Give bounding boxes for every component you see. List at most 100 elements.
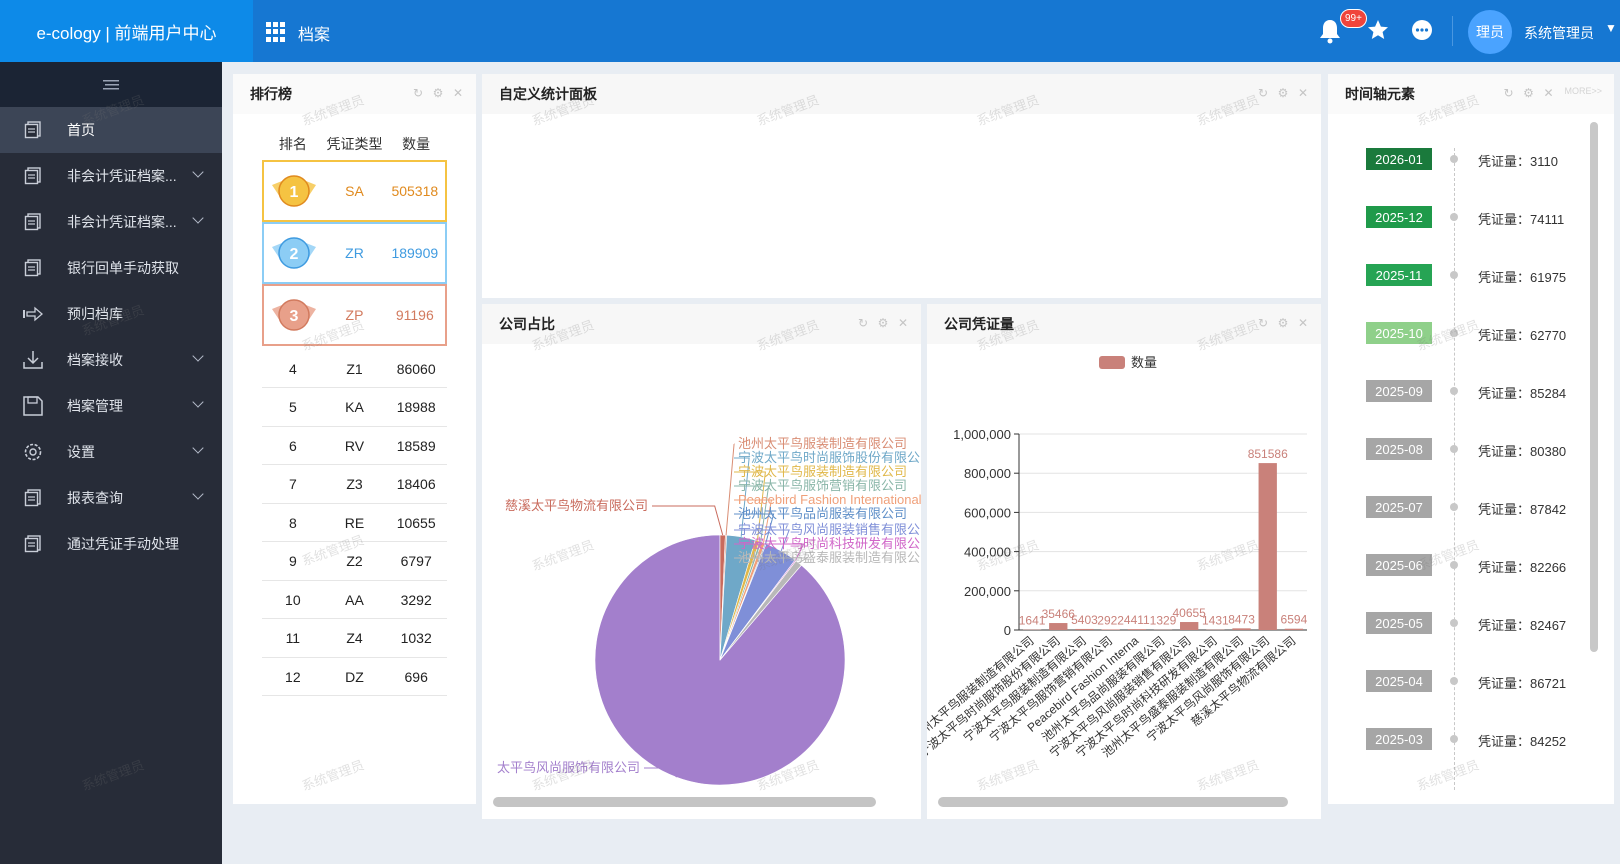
rank-number: 10 xyxy=(285,591,301,608)
refresh-icon[interactable]: ↻ xyxy=(412,86,424,100)
sidebar-item[interactable]: 预归档库 xyxy=(0,291,222,337)
timeline-count: 3110 xyxy=(1530,154,1558,169)
custom-stats-panel: 自定义统计面板 ↻ ⚙ ✕ xyxy=(482,74,1321,298)
sidebar-item[interactable]: 报表查询 xyxy=(0,475,222,521)
voucher-type: Z2 xyxy=(346,553,363,569)
rank-number: 11 xyxy=(285,630,301,646)
bar-value-label: 2922 xyxy=(1097,613,1124,627)
y-tick-label: 800,000 xyxy=(964,466,1011,481)
timeline-date: 2025-04 xyxy=(1366,670,1432,692)
pie-chart: 太平鸟风尚服饰有限公司 慈溪太平鸟物流有限公司 池州太平鸟服装制造有限公司宁波太平鸟… xyxy=(497,436,921,786)
top-header: e-cology | 前端用户中心 档案 99+ 理员 系统管理员 ▼ xyxy=(0,0,1620,62)
gear-icon[interactable]: ⚙ xyxy=(1522,86,1534,100)
close-icon[interactable]: ✕ xyxy=(452,86,464,100)
bar[interactable] xyxy=(1180,622,1199,630)
rank-number: 5 xyxy=(288,399,297,415)
chevron-down-icon[interactable] xyxy=(192,488,204,500)
timeline-label-prefix: 凭证量： xyxy=(1478,618,1531,633)
rank-number: 8 xyxy=(288,514,297,531)
bar[interactable] xyxy=(1258,463,1277,630)
refresh-icon[interactable]: ↻ xyxy=(1257,316,1269,330)
bar-value-label: 1431 xyxy=(1202,614,1229,628)
table-row: 12 DZ 696 xyxy=(262,658,447,696)
pie-label-line xyxy=(652,505,724,536)
collapse-menu-icon[interactable] xyxy=(0,62,222,107)
timeline-dot xyxy=(1450,561,1458,569)
bar[interactable] xyxy=(1127,629,1146,630)
chevron-down-icon[interactable] xyxy=(192,212,204,224)
close-icon[interactable]: ✕ xyxy=(1297,86,1309,100)
refresh-icon[interactable]: ↻ xyxy=(857,316,869,330)
sidebar-item[interactable]: 档案接收 xyxy=(0,337,222,383)
table-row: 8 RE 10655 xyxy=(262,504,447,542)
close-icon[interactable]: ✕ xyxy=(1297,316,1309,330)
bar[interactable] xyxy=(1284,628,1304,630)
panel-title: 公司凭证量 xyxy=(944,316,1014,332)
voucher-count: 1032 xyxy=(400,630,432,646)
sidebar-item[interactable]: 非会计凭证档案... xyxy=(0,153,222,199)
horizontal-scrollbar[interactable] xyxy=(493,797,876,807)
timeline-dot xyxy=(1450,271,1458,279)
module-title[interactable]: 档案 xyxy=(298,21,330,45)
bar[interactable] xyxy=(1232,628,1251,630)
chevron-down-icon[interactable] xyxy=(192,166,204,178)
timeline-label-prefix: 凭证量： xyxy=(1478,502,1531,517)
close-icon[interactable]: ✕ xyxy=(897,316,909,330)
gear-icon[interactable]: ⚙ xyxy=(1277,86,1289,100)
refresh-icon[interactable]: ↻ xyxy=(1257,86,1269,100)
bell-icon[interactable] xyxy=(1318,18,1342,50)
arrow-right-icon xyxy=(23,305,43,323)
sidebar-item[interactable]: 档案管理 xyxy=(0,383,222,429)
gear-icon[interactable]: ⚙ xyxy=(877,316,889,330)
timeline-label: 凭证量：86721 xyxy=(1478,673,1566,692)
sidebar-item[interactable]: 非会计凭证档案... xyxy=(0,199,222,245)
timeline-date: 2025-11 xyxy=(1366,264,1432,286)
username[interactable]: 系统管理员 xyxy=(1524,23,1594,43)
sidebar-item[interactable]: 设置 xyxy=(0,429,222,475)
timeline-label-prefix: 凭证量： xyxy=(1478,154,1531,169)
vertical-scrollbar[interactable] xyxy=(1590,122,1598,652)
bar[interactable] xyxy=(1075,628,1094,630)
close-icon[interactable]: ✕ xyxy=(1542,86,1554,100)
timeline-item: 2025-07 凭证量：87842 xyxy=(1366,496,1566,518)
brand-title[interactable]: e-cology | 前端用户中心 xyxy=(0,0,253,62)
pie-label-line xyxy=(725,443,735,536)
chat-icon[interactable] xyxy=(1410,18,1434,48)
horizontal-scrollbar[interactable] xyxy=(938,797,1288,807)
sidebar-item[interactable]: 通过凭证手动处理 xyxy=(0,521,222,567)
voucher-type: KA xyxy=(345,399,364,415)
table-row: 11 Z4 1032 xyxy=(262,620,447,658)
avatar[interactable]: 理员 xyxy=(1468,10,1512,54)
table-row: 5 KA 18988 xyxy=(262,389,447,427)
sidebar-item[interactable]: 银行回单手动获取 xyxy=(0,245,222,291)
voucher-type: SA xyxy=(345,183,364,199)
voucher-count: 86060 xyxy=(396,360,436,377)
chevron-down-icon[interactable] xyxy=(192,350,204,362)
bar[interactable] xyxy=(1049,623,1068,630)
timeline-label: 凭证量：62770 xyxy=(1478,325,1566,344)
sidebar-item[interactable]: 首页 xyxy=(0,107,222,153)
timeline-item: 2025-03 凭证量：84252 xyxy=(1366,728,1566,750)
more-link[interactable]: MORE>> xyxy=(1564,86,1602,100)
legend-swatch xyxy=(1099,356,1125,369)
sidebar-item-label: 档案接收 xyxy=(67,352,123,368)
apps-grid-icon[interactable] xyxy=(266,22,286,42)
star-icon[interactable] xyxy=(1366,18,1390,48)
gear-icon[interactable]: ⚙ xyxy=(432,86,444,100)
sidebar-item-label: 报表查询 xyxy=(67,490,123,506)
timeline-item: 2025-11 凭证量：61975 xyxy=(1366,264,1566,286)
chevron-down-icon[interactable]: ▼ xyxy=(1605,21,1617,35)
timeline-dot xyxy=(1450,619,1458,627)
sidebar-item-label: 档案管理 xyxy=(67,398,123,414)
voucher-count: 189909 xyxy=(391,245,439,261)
chevron-down-icon[interactable] xyxy=(192,396,204,408)
chevron-down-icon[interactable] xyxy=(192,442,204,454)
gear-icon[interactable]: ⚙ xyxy=(1277,316,1289,330)
company-share-panel: 公司占比 ↻ ⚙ ✕ 太平鸟风尚服饰有限公司 慈溪太平鸟物流有限公司 池州太平鸟服装… xyxy=(482,304,921,819)
sidebar-item-label: 通过凭证手动处理 xyxy=(67,536,179,552)
refresh-icon[interactable]: ↻ xyxy=(1502,86,1514,100)
timeline-count: 85284 xyxy=(1530,386,1567,401)
timeline-date: 2025-03 xyxy=(1366,728,1432,750)
timeline-label: 凭证量：82266 xyxy=(1478,557,1566,576)
bar[interactable] xyxy=(1101,629,1120,630)
